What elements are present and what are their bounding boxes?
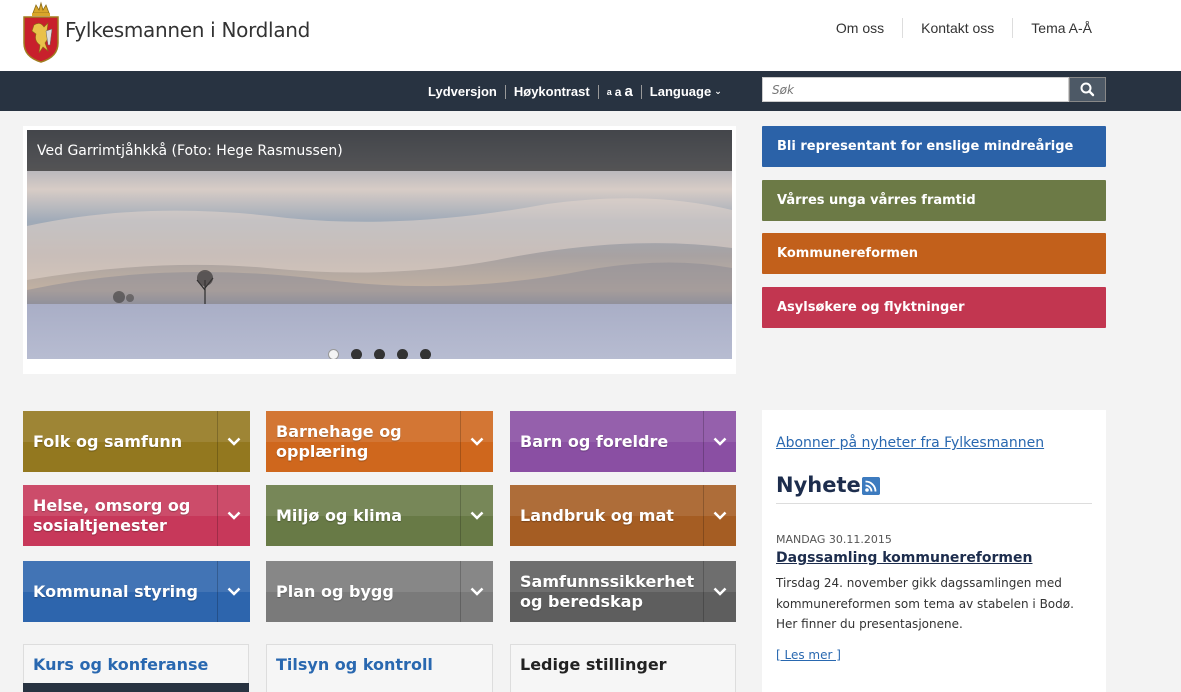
chevron-down-icon[interactable] [218,485,250,546]
slide-indicators [328,349,443,359]
topic-tile-label: Kommunal styring [33,581,198,601]
slide-dot-5[interactable] [420,349,431,359]
promo-button-youth[interactable]: Vårres unga vårres framtid [762,180,1106,221]
topic-tile-miljo[interactable]: Miljø og klima [266,485,493,546]
topic-tile-barnehage[interactable]: Barnehage og opplæring [266,411,493,472]
topic-tile-helse[interactable]: Helse, omsorg og sosialtjenester [23,485,250,546]
slide-dot-3[interactable] [374,349,385,359]
topic-tile-label: Barnehage og opplæring [276,421,402,461]
coat-of-arms-logo[interactable] [22,1,60,63]
topic-tile-kommunal-styring[interactable]: Kommunal styring [23,561,250,622]
divider [504,84,506,99]
chevron-down-icon[interactable] [704,485,736,546]
chevron-down-icon[interactable] [218,411,250,472]
nav-link-about[interactable]: Om oss [818,18,902,38]
chevron-down-icon[interactable]: ⌄ [714,86,722,97]
image-slider: Ved Garrimtjåhkkå (Foto: Hege Rasmussen) [23,126,736,374]
chevron-down-icon[interactable] [704,561,736,622]
divider [640,84,642,99]
site-title[interactable]: Fylkesmannen i Nordland [65,18,310,42]
chevron-down-icon[interactable] [461,561,493,622]
language-menu[interactable]: Language [650,84,711,99]
divider [597,84,599,99]
search-icon [1080,82,1095,97]
topic-tile-label: Samfunnssikkerhet og beredskap [520,571,695,611]
high-contrast-link[interactable]: Høykontrast [514,84,590,99]
topic-tile-samfunnssikkerhet[interactable]: Samfunnssikkerhet og beredskap [510,561,736,622]
divider [776,503,1092,504]
slide-dot-2[interactable] [351,349,362,359]
topic-tile-label: Miljø og klima [276,505,403,525]
nav-link-contact[interactable]: Kontakt oss [902,18,1012,38]
box-footer-bar [23,683,249,692]
search-input[interactable] [762,77,1069,102]
chevron-down-icon[interactable] [461,485,493,546]
box-vacancies[interactable]: Ledige stillinger [510,644,736,692]
read-more-link[interactable]: [ Les mer ] [776,648,841,662]
font-size-large-button[interactable]: a [624,83,632,100]
topic-tile-label: Folk og samfunn [33,431,183,451]
subscribe-news-link[interactable]: Abonner på nyheter fra Fylkesmannen [776,435,1044,451]
news-panel: Abonner på nyheter fra Fylkesmannen Nyhe… [762,410,1106,692]
slide-dot-1[interactable] [328,349,339,359]
news-headline-link[interactable]: Dagssamling kommunereformen [776,550,1032,566]
audio-version-link[interactable]: Lydversjon [428,84,497,99]
accessibility-tools: Lydversjon Høykontrast a a a Language ⌄ [428,83,722,100]
chevron-down-icon[interactable] [704,411,736,472]
topic-tile-landbruk[interactable]: Landbruk og mat [510,485,736,546]
rss-icon[interactable] [862,477,880,495]
font-size-medium-button[interactable]: a [615,85,622,99]
slide-image[interactable]: Ved Garrimtjåhkkå (Foto: Hege Rasmussen) [27,130,732,359]
topic-tile-label: Barn og foreldre [520,431,669,451]
font-size-small-button[interactable]: a [607,87,612,97]
promo-button-municipal-reform[interactable]: Kommunereformen [762,233,1106,274]
slide-dot-4[interactable] [397,349,408,359]
topic-tile-label: Helse, omsorg og sosialtjenester [33,495,191,535]
site-header: Fylkesmannen i Nordland Om oss Kontakt o… [0,0,1181,71]
topic-tile-folk-og-samfunn[interactable]: Folk og samfunn [23,411,250,472]
top-navigation: Om oss Kontakt oss Tema A-Å [818,18,1111,38]
slide-caption: Ved Garrimtjåhkkå (Foto: Hege Rasmussen) [27,130,732,171]
box-supervision[interactable]: Tilsyn og kontroll [266,644,493,692]
topic-tile-plan-og-bygg[interactable]: Plan og bygg [266,561,493,622]
chevron-down-icon[interactable] [218,561,250,622]
promo-button-guardian[interactable]: Bli representant for enslige mindreårige [762,126,1106,167]
news-heading: Nyheter [776,473,872,497]
news-date: MANDAG 30.11.2015 [776,533,892,546]
topic-tile-barn-og-foreldre[interactable]: Barn og foreldre [510,411,736,472]
search-button[interactable] [1069,77,1106,102]
promo-button-asylum[interactable]: Asylsøkere og flyktninger [762,287,1106,328]
nav-link-topics[interactable]: Tema A-Å [1012,18,1111,38]
topic-tile-label: Landbruk og mat [520,505,674,525]
news-summary: Tirsdag 24. november gikk dagssamlingen … [776,576,1074,631]
chevron-down-icon[interactable] [461,411,493,472]
topic-tile-label: Plan og bygg [276,581,394,601]
